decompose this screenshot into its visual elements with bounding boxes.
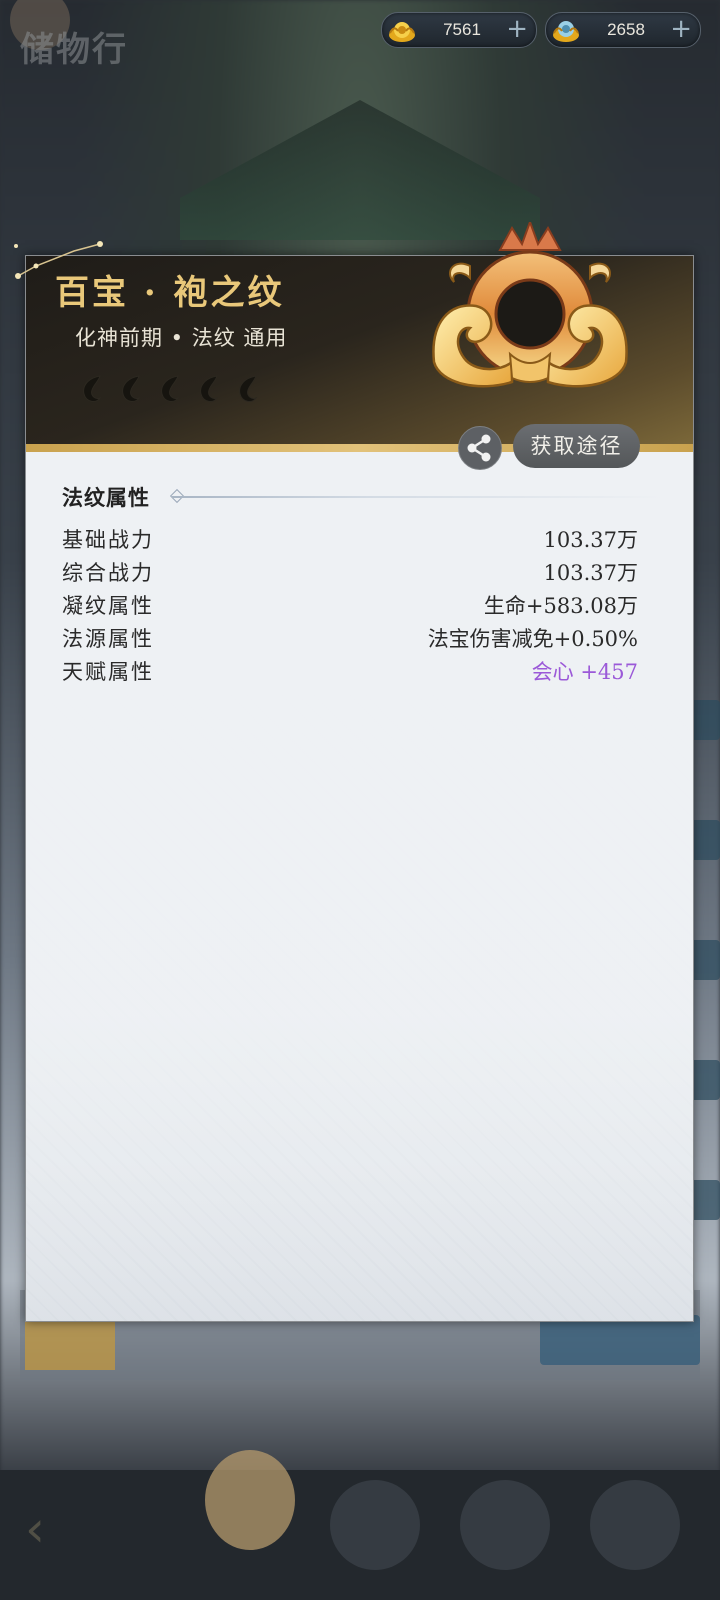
attribute-value: 法宝伤害减免+0.50% [427, 627, 638, 651]
attribute-label: 凝纹属性 [62, 594, 154, 618]
rank-mark-icon [239, 375, 258, 402]
background-back-icon: ‹ [25, 1500, 45, 1558]
rank-mark-icon [161, 375, 180, 402]
item-detail-card [14, 241, 694, 1322]
attributes-section-title: 法纹属性 [62, 485, 150, 510]
item-name: 百宝 · 袍之纹 [55, 273, 285, 313]
obtain-source-button[interactable]: 获取途径 [513, 424, 640, 468]
attribute-row: 法源属性 法宝伤害减免+0.50% [62, 623, 638, 655]
rank-mark-icon [83, 375, 102, 402]
jade-pouch-icon [553, 21, 579, 42]
background-row-button [540, 1315, 700, 1365]
currency-jade: 2658 + [545, 12, 701, 48]
attribute-row: 综合战力 103.37万 [62, 557, 638, 589]
attribute-label: 综合战力 [62, 561, 154, 585]
background-nav-button [460, 1480, 550, 1570]
currency-gold: 7561 + [381, 12, 537, 48]
attribute-row: 凝纹属性 生命+583.08万 [62, 590, 638, 622]
attribute-row: 基础战力 103.37万 [62, 524, 638, 556]
background-nav-avatar [205, 1450, 295, 1550]
rank-mark-icon [122, 375, 141, 402]
attribute-label: 法源属性 [62, 627, 154, 651]
talent-attribute-value: 会心 +457 [531, 660, 638, 684]
background-nav-button [590, 1480, 680, 1570]
background-nav-button [330, 1480, 420, 1570]
attribute-value: 生命+583.08万 [483, 594, 638, 618]
share-icon [467, 434, 491, 462]
currency-jade-value: 2658 [607, 20, 645, 39]
add-gold-button[interactable]: + [506, 13, 528, 47]
attribute-value: 103.37万 [543, 561, 638, 585]
share-button[interactable] [458, 426, 502, 470]
gold-ingot-icon [389, 22, 415, 42]
currency-gold-value: 7561 [443, 20, 481, 39]
background-title: 储物行 [20, 30, 128, 70]
attribute-label: 基础战力 [62, 528, 154, 552]
attribute-label: 天赋属性 [62, 660, 154, 684]
attribute-value: 103.37万 [543, 528, 638, 552]
ornate-ring-emblem-icon [432, 222, 628, 388]
add-jade-button[interactable]: + [670, 13, 692, 47]
item-subtitle: 化神前期 • 法纹 通用 [75, 326, 288, 350]
section-divider [172, 496, 662, 498]
rank-marks [78, 372, 268, 408]
rank-mark-icon [200, 375, 219, 402]
attribute-row: 天赋属性 会心 +457 [62, 656, 638, 688]
